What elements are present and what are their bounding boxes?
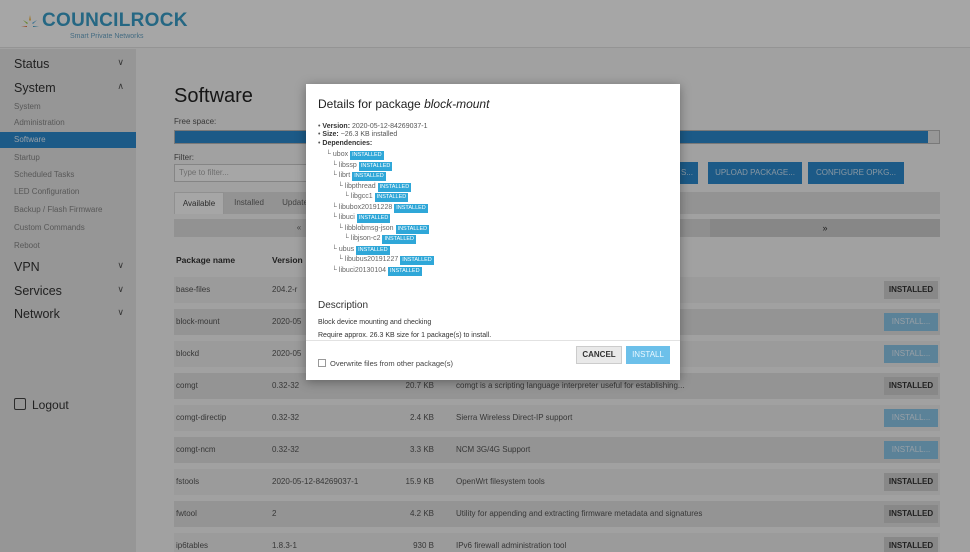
dialog-title: Details for package block-mount [318, 97, 489, 111]
package-details-dialog: Details for package block-mount • Versio… [306, 84, 680, 380]
dependency-item: └ libubox20191228 INSTALLED [332, 203, 428, 213]
tree-branch-icon: └ [338, 182, 345, 190]
tree-branch-icon: └ [326, 151, 333, 158]
installed-badge: INSTALLED [395, 224, 430, 234]
dependency-name: libgcc1 [350, 193, 373, 200]
size-value: ~26.3 KB installed [340, 131, 398, 138]
dependency-item: └ ubus INSTALLED [332, 245, 390, 255]
description-title: Description [318, 300, 369, 311]
dependency-name: ubus [338, 245, 355, 253]
installed-badge: INSTALLED [352, 172, 386, 181]
installed-badge: INSTALLED [388, 266, 422, 276]
deps-line: • Dependencies: [318, 140, 373, 147]
cancel-button[interactable]: CANCEL [576, 346, 622, 364]
installed-badge: INSTALLED [356, 245, 390, 255]
dependency-name: libblobmsg-json [344, 224, 394, 232]
installed-badge: INSTALLED [350, 151, 384, 160]
installed-badge: INSTALLED [382, 235, 417, 244]
tree-branch-icon: └ [332, 214, 339, 221]
dependency-item: └ libgcc1 INSTALLED [344, 193, 409, 202]
dependency-item: └ libuci20130104 INSTALLED [332, 266, 422, 276]
installed-badge: INSTALLED [394, 203, 428, 213]
tree-branch-icon: └ [332, 161, 339, 169]
dependency-item: └ libblobmsg-json INSTALLED [338, 224, 430, 234]
deps-label: Dependencies: [322, 140, 373, 147]
tree-branch-icon: └ [332, 203, 339, 211]
dependency-name: libubox20191228 [338, 203, 393, 211]
overwrite-label: Overwrite files from other package(s) [330, 359, 453, 368]
dependency-item: └ libuci INSTALLED [332, 214, 391, 223]
installed-badge: INSTALLED [400, 256, 434, 265]
dependency-item: └ libubus20191227 INSTALLED [338, 256, 434, 265]
requirement-text: Require approx. 26.3 KB size for 1 packa… [318, 332, 492, 339]
size-line: • Size: ~26.3 KB installed [318, 131, 398, 138]
tree-branch-icon: └ [344, 193, 351, 200]
version-label: Version: [322, 123, 351, 130]
dialog-title-prefix: Details for package [318, 97, 425, 111]
dependency-name: libpthread [344, 182, 376, 190]
dependency-name: libubus20191227 [344, 256, 399, 263]
installed-badge: INSTALLED [374, 193, 409, 202]
dependency-name: libuci [338, 214, 355, 221]
tree-branch-icon: └ [338, 224, 345, 232]
tree-branch-icon: └ [332, 266, 339, 274]
tree-branch-icon: └ [332, 172, 339, 179]
dependency-name: ubox [332, 151, 349, 158]
dependency-item: └ libjson-c2 INSTALLED [344, 235, 417, 244]
tree-branch-icon: └ [338, 256, 345, 263]
version-line: • Version: 2020-05-12-84269037-1 [318, 123, 428, 130]
installed-badge: INSTALLED [356, 214, 391, 223]
dependency-item: └ libssp INSTALLED [332, 161, 393, 171]
installed-badge: INSTALLED [377, 182, 412, 192]
tree-branch-icon: └ [332, 245, 339, 253]
dependency-item: └ librt INSTALLED [332, 172, 386, 181]
dependency-item: └ ubox INSTALLED [326, 151, 384, 160]
dialog-package-name: block-mount [424, 97, 490, 111]
dependency-name: librt [338, 172, 351, 179]
tree-branch-icon: └ [344, 235, 351, 242]
overwrite-checkbox[interactable] [318, 359, 326, 367]
dependency-name: libssp [338, 161, 357, 169]
size-label: Size: [322, 131, 339, 138]
dependency-item: └ libpthread INSTALLED [338, 182, 412, 192]
dialog-divider [306, 340, 680, 341]
dependency-name: libjson-c2 [350, 235, 381, 242]
version-value: 2020-05-12-84269037-1 [351, 123, 428, 130]
install-button[interactable]: INSTALL [626, 346, 670, 364]
dependency-name: libuci20130104 [338, 266, 387, 274]
description-text: Block device mounting and checking [318, 319, 432, 326]
installed-badge: INSTALLED [358, 161, 393, 171]
